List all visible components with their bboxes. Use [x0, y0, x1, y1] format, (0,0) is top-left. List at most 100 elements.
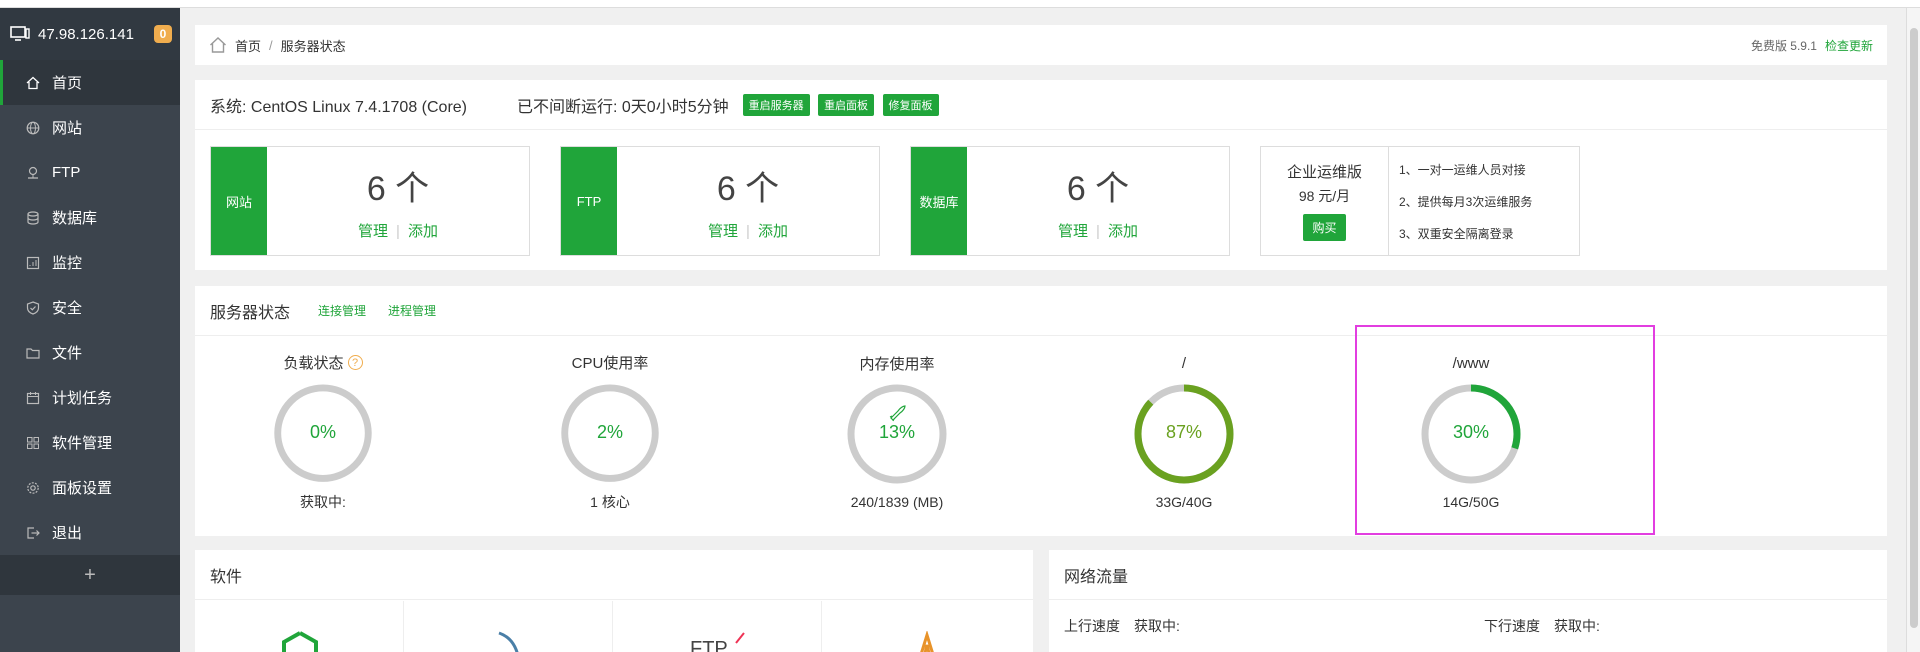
database-icon: [26, 210, 40, 225]
page-scrollbar[interactable]: [1906, 8, 1920, 652]
sidebar-item-label: 首页: [52, 75, 83, 92]
sidebar-item-logout[interactable]: 退出: [0, 510, 180, 555]
ftp-add-link[interactable]: 添加: [758, 223, 788, 240]
breadcrumb: 首页 / 服务器状态 免费版 5.9.1 检查更新: [195, 25, 1887, 65]
monitor-icon: [10, 26, 30, 41]
ftp-icon: FTP: [690, 632, 745, 652]
software-tile[interactable]: [195, 601, 404, 652]
shield-icon: [26, 300, 40, 315]
database-add-link[interactable]: 添加: [1108, 223, 1138, 240]
breadcrumb-home-link[interactable]: 首页: [235, 36, 261, 55]
os-info: 系统: CentOS Linux 7.4.1708 (Core): [210, 98, 468, 116]
sidebar-item-cron[interactable]: 计划任务: [0, 375, 180, 420]
sidebar-item-security[interactable]: 安全: [0, 285, 180, 330]
sidebar-item-label: 监控: [52, 255, 83, 272]
enterprise-feature: 3、双重安全隔离登录: [1399, 226, 1514, 241]
upload-speed-value: 获取中:: [1134, 618, 1180, 634]
enterprise-price: 98 元/月: [1298, 188, 1351, 204]
download-speed-value: 获取中:: [1554, 618, 1600, 634]
gauge-subtitle: 33G/40G: [1155, 494, 1213, 510]
sidebar-item-ftp[interactable]: FTP: [0, 150, 180, 195]
nginx-icon: [282, 631, 318, 652]
sidebar-item-monitor[interactable]: 监控: [0, 240, 180, 285]
version-label: 免费版 5.9.1: [1750, 38, 1817, 53]
load-gauge[interactable]: 负载状态? 0% 获取中:: [223, 352, 423, 512]
breadcrumb-current: 服务器状态: [280, 38, 346, 54]
ftp-manage-link[interactable]: 管理: [708, 223, 738, 240]
server-header: 47.98.126.141 0: [0, 8, 180, 60]
gauge-value: 0%: [309, 422, 336, 442]
website-count: 6 个: [366, 170, 430, 208]
restart-server-button[interactable]: 重启服务器: [742, 93, 810, 116]
sidebar-item-settings[interactable]: 面板设置: [0, 465, 180, 510]
notification-badge[interactable]: 0: [154, 25, 172, 43]
process-manage-link[interactable]: 进程管理: [388, 302, 436, 319]
scrollbar-thumb[interactable]: [1910, 28, 1918, 628]
database-count: 6 个: [1066, 170, 1130, 208]
ftp-icon: [26, 166, 40, 180]
section-title: 网络流量: [1064, 568, 1129, 586]
monitor-icon: [26, 256, 40, 270]
database-count-card: 数据库 6 个 管理 | 添加: [910, 146, 1230, 256]
sidebar-item-label: 安全: [52, 300, 83, 317]
sidebar-item-label: 数据库: [52, 210, 98, 227]
home-icon: [26, 76, 40, 90]
connection-manage-link[interactable]: 连接管理: [318, 302, 366, 319]
root-disk-gauge[interactable]: / 87% 33G/40G: [1084, 352, 1284, 512]
gear-icon: [26, 481, 40, 495]
sidebar-item-label: FTP: [52, 164, 81, 181]
sidebar-item-label: 面板设置: [52, 480, 113, 497]
software-tile[interactable]: [404, 601, 613, 652]
grid-icon: [26, 436, 40, 450]
gauge-subtitle: 获取中:: [300, 494, 346, 510]
gauge-value: 2%: [596, 422, 623, 442]
gauge-title: 负载状态: [283, 355, 344, 373]
database-manage-link[interactable]: 管理: [1058, 223, 1088, 240]
system-panel: 系统: CentOS Linux 7.4.1708 (Core) 已不间断运行:…: [195, 80, 1887, 270]
section-title: 服务器状态: [210, 304, 291, 322]
restart-panel-button[interactable]: 重启面板: [818, 93, 875, 116]
breadcrumb-separator: /: [269, 37, 273, 53]
check-update-link[interactable]: 检查更新: [1825, 37, 1873, 54]
repair-panel-button[interactable]: 修复面板: [882, 93, 939, 116]
sidebar-item-software[interactable]: 软件管理: [0, 420, 180, 465]
gauge-value: 13%: [878, 422, 916, 442]
sidebar-item-database[interactable]: 数据库: [0, 195, 180, 240]
gauge-title: /: [1181, 354, 1187, 372]
sidebar-item-files[interactable]: 文件: [0, 330, 180, 375]
enterprise-feature: 2、提供每月3次运维服务: [1399, 194, 1533, 209]
uptime-info: 已不间断运行: 0天0小时5分钟: [517, 98, 729, 116]
ftp-count-card: FTP 6 个 管理 | 添加: [560, 146, 880, 256]
gauge-subtitle: 1 核心: [590, 494, 630, 510]
system-info-bar: 系统: CentOS Linux 7.4.1708 (Core) 已不间断运行:…: [195, 80, 1887, 130]
sidebar: 47.98.126.141 0 首页 网站 FTP 数据库 监控 安全 文件 计…: [0, 8, 180, 652]
gauge-value: 87%: [1165, 422, 1203, 442]
rocket-icon[interactable]: [889, 405, 906, 422]
home-icon[interactable]: [209, 36, 227, 54]
enterprise-feature: 1、一对一运维人员对接: [1399, 162, 1526, 177]
gauge-subtitle: 240/1839 (MB): [850, 494, 944, 510]
software-tile[interactable]: FTP: [613, 601, 822, 652]
add-shortcut-button[interactable]: +: [0, 555, 180, 595]
software-tile[interactable]: [822, 601, 1031, 652]
memory-gauge[interactable]: 内存使用率 13% 240/1839 (MB): [797, 352, 997, 512]
download-speed: 下行速度 获取中:: [1484, 616, 1600, 636]
cpu-gauge[interactable]: CPU使用率 2% 1 核心: [510, 352, 710, 512]
browser-bookmark-strip: [0, 0, 1920, 8]
sidebar-item-home[interactable]: 首页: [0, 60, 180, 105]
software-panel: 软件 FTP: [195, 550, 1033, 652]
card-label: 网站: [211, 147, 267, 255]
www-disk-gauge[interactable]: /www 30% 14G/50G: [1371, 352, 1571, 512]
sidebar-item-website[interactable]: 网站: [0, 105, 180, 150]
website-count-card: 网站 6 个 管理 | 添加: [210, 146, 530, 256]
sidebar-item-label: 文件: [52, 345, 83, 362]
server-ip: 47.98.126.141: [38, 25, 134, 43]
website-manage-link[interactable]: 管理: [358, 223, 388, 240]
php-icon: [920, 631, 934, 652]
sidebar-item-label: 网站: [52, 120, 83, 137]
help-icon[interactable]: ?: [347, 355, 363, 371]
calendar-icon: [26, 391, 40, 405]
website-add-link[interactable]: 添加: [408, 223, 438, 240]
download-speed-label: 下行速度: [1484, 618, 1540, 634]
buy-button[interactable]: 购买: [1303, 214, 1346, 241]
